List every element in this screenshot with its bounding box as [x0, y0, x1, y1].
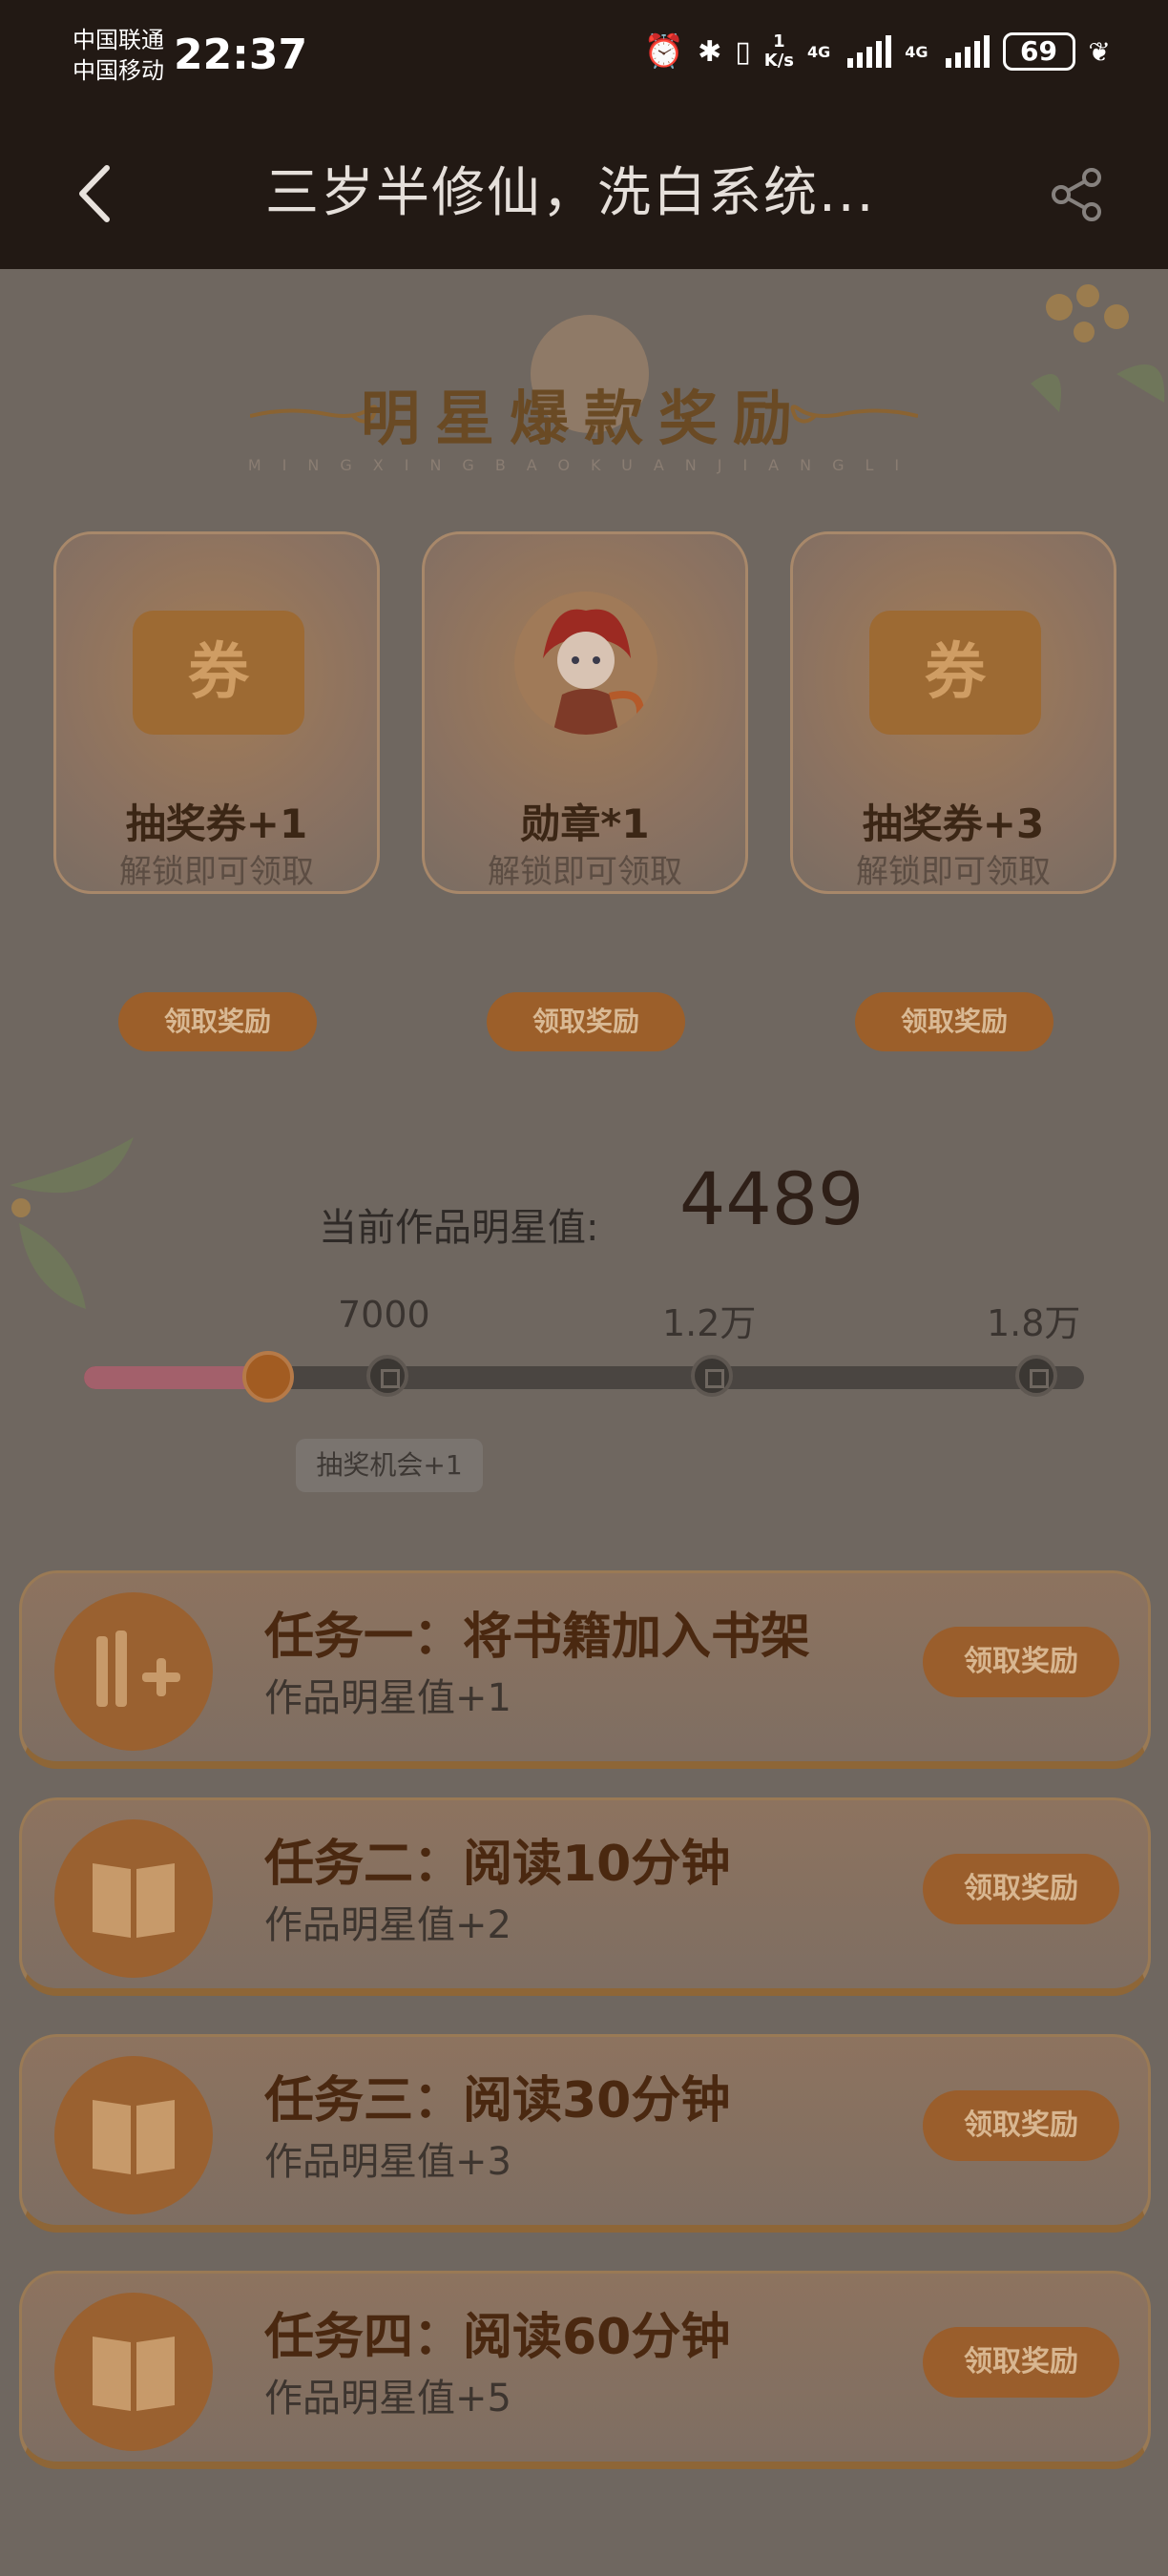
page-title: 三岁半修仙，洗白系统... [265, 162, 876, 224]
claim-reward-button-2[interactable]: 领取奖励 [487, 992, 685, 1051]
eco-leaf-icon: ❦ [1088, 35, 1111, 68]
bluetooth-icon: ✱ [698, 34, 722, 69]
signal-2-label: 4G [905, 42, 928, 61]
carrier-info: 中国联通 中国移动 [73, 25, 164, 86]
add-to-shelf-icon [54, 1592, 213, 1751]
net-speed-value: 1 [773, 31, 785, 52]
net-speed: 1 K/s [764, 32, 794, 71]
back-button[interactable] [67, 158, 124, 229]
coupon-icon: 券 [133, 611, 304, 735]
vibrate-icon: ▯ [735, 34, 751, 69]
task-title: 任务四：阅读60分钟 [264, 2309, 731, 2366]
task-claim-button-4[interactable]: 领取奖励 [923, 2327, 1119, 2398]
task-title: 任务二：阅读10分钟 [264, 1836, 731, 1893]
star-value-label: 当前作品明星值: [319, 1206, 599, 1250]
task-claim-button-2[interactable]: 领取奖励 [923, 1854, 1119, 1924]
task-reward: 作品明星值+2 [264, 1903, 511, 1947]
signal-bars-1-icon [847, 35, 892, 68]
signal-1-label: 4G [807, 42, 831, 61]
milestone-label: 1.2万 [662, 1302, 757, 1344]
milestone-coin-icon [366, 1355, 408, 1397]
system-icons: ⏰ ✱ ▯ 1 K/s 4G 4G 69 ❦ [644, 32, 1111, 71]
carrier-2: 中国移动 [73, 57, 164, 84]
milestone-label: 7000 [338, 1294, 430, 1336]
task-card-3: 任务三：阅读30分钟 作品明星值+3 领取奖励 [19, 2034, 1151, 2233]
reward-card-3: 券 抽奖券+3 解锁即可领取 [790, 531, 1116, 894]
share-button[interactable] [1046, 164, 1107, 225]
leaf-decoration-icon [10, 1137, 134, 1309]
alarm-icon: ⏰ [643, 32, 685, 71]
signal-bars-2-icon [945, 35, 990, 68]
reward-name: 抽奖券+3 [862, 800, 1045, 847]
milestone-coin-icon [691, 1355, 733, 1397]
task-card-1: 任务一：将书籍加入书架 作品明星值+1 领取奖励 [19, 1570, 1151, 1769]
reward-hint: 解锁即可领取 [119, 853, 314, 891]
star-progress-bar [84, 1351, 1084, 1402]
reward-name: 勋章*1 [520, 800, 650, 847]
task-reward: 作品明星值+3 [264, 2140, 511, 2184]
book-icon [54, 2056, 213, 2214]
reward-card-1: 券 抽奖券+1 解锁即可领取 [53, 531, 380, 894]
top-bar: 中国联通 中国移动 22:37 ⏰ ✱ ▯ 1 K/s 4G 4G 69 ❦ 三… [0, 0, 1168, 269]
reward-card-2: 勋章*1 解锁即可领取 [422, 531, 748, 894]
task-card-4: 任务四：阅读60分钟 作品明星值+5 领取奖励 [19, 2271, 1151, 2469]
share-icon [1052, 168, 1101, 221]
battery-indicator: 69 [1002, 32, 1075, 71]
claim-reward-button-1[interactable]: 领取奖励 [118, 992, 317, 1051]
task-reward: 作品明星值+1 [264, 1676, 511, 1720]
banner-title: 明星爆款奖励 [360, 384, 807, 453]
task-reward: 作品明星值+5 [264, 2377, 511, 2420]
carrier-1: 中国联通 [73, 27, 164, 53]
reward-page: 明星爆款奖励 MINGXINGBAOKUANJIANGLI 券 抽奖券+1 解锁… [0, 269, 1168, 2576]
milestone-reward-badge: 抽奖机会+1 [296, 1439, 483, 1492]
medal-character-icon [514, 592, 657, 735]
book-icon [54, 2293, 213, 2451]
header: 三岁半修仙，洗白系统... [0, 143, 1168, 248]
milestone-coin-icon [1015, 1355, 1057, 1397]
reward-hint: 解锁即可领取 [856, 853, 1051, 891]
task-card-2: 任务二：阅读10分钟 作品明星值+2 领取奖励 [19, 1797, 1151, 1996]
progress-star-icon [242, 1351, 294, 1402]
task-title: 任务一：将书籍加入书架 [264, 1609, 811, 1666]
coupon-icon: 券 [869, 611, 1041, 735]
task-title: 任务三：阅读30分钟 [264, 2072, 731, 2129]
net-speed-unit: K/s [763, 51, 794, 71]
clock: 22:37 [174, 31, 308, 79]
reward-name: 抽奖券+1 [125, 800, 308, 847]
status-bar: 中国联通 中国移动 22:37 ⏰ ✱ ▯ 1 K/s 4G 4G 69 ❦ [0, 0, 1168, 114]
book-icon [54, 1819, 213, 1978]
task-claim-button-3[interactable]: 领取奖励 [923, 2090, 1119, 2161]
claim-reward-button-3[interactable]: 领取奖励 [855, 992, 1053, 1051]
reward-hint: 解锁即可领取 [488, 853, 682, 891]
milestone-label: 1.8万 [987, 1302, 1081, 1344]
chevron-left-icon [79, 165, 110, 222]
star-value: 4489 [679, 1156, 865, 1241]
task-claim-button-1[interactable]: 领取奖励 [923, 1627, 1119, 1697]
progress-fill [84, 1366, 264, 1389]
banner-subtitle: MINGXINGBAOKUANJIANGLI [247, 456, 921, 474]
